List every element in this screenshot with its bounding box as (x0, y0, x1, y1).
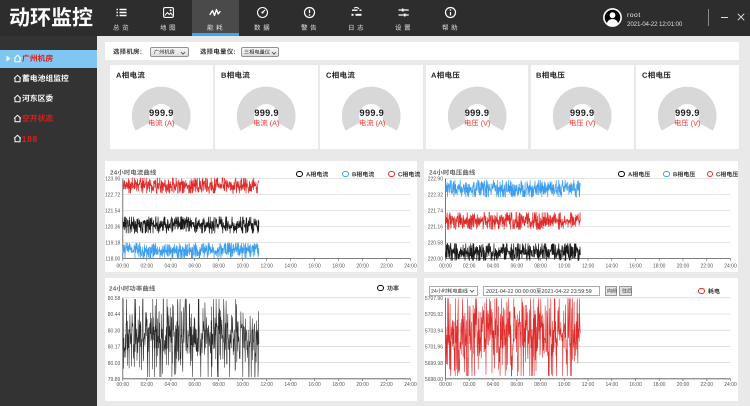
svg-text:00:00: 00:00 (439, 264, 452, 270)
svg-text:22:00: 22:00 (380, 264, 393, 270)
svg-text:5699.98: 5699.98 (424, 360, 442, 366)
svg-text:20:00: 20:00 (676, 264, 689, 270)
svg-text:02:00: 02:00 (140, 264, 153, 270)
svg-text:80.44: 80.44 (107, 312, 120, 318)
svg-text:06:00: 06:00 (510, 264, 523, 270)
svg-text:10:00: 10:00 (236, 382, 249, 388)
svg-text:06:00: 06:00 (510, 382, 523, 388)
svg-text:08:00: 08:00 (212, 264, 225, 270)
svg-text:24:00: 24:00 (724, 382, 737, 388)
svg-text:02:00: 02:00 (462, 264, 475, 270)
svg-text:14:00: 14:00 (284, 382, 297, 388)
svg-text:10:00: 10:00 (236, 264, 249, 270)
svg-text:24:00: 24:00 (404, 382, 417, 388)
svg-text:18:00: 18:00 (332, 264, 345, 270)
svg-text:22:00: 22:00 (700, 264, 713, 270)
svg-text:16:00: 16:00 (629, 382, 642, 388)
svg-text:02:00: 02:00 (140, 382, 153, 388)
svg-text:08:00: 08:00 (534, 264, 547, 270)
svg-text:80.03: 80.03 (107, 360, 120, 366)
svg-text:06:00: 06:00 (188, 382, 201, 388)
svg-text:22:00: 22:00 (700, 382, 713, 388)
svg-text:16:00: 16:00 (308, 382, 321, 388)
svg-text:12:00: 12:00 (581, 264, 594, 270)
svg-text:5705.92: 5705.92 (424, 312, 442, 318)
svg-text:220.00: 220.00 (427, 257, 443, 263)
svg-text:20:00: 20:00 (356, 264, 369, 270)
svg-text:16:00: 16:00 (308, 264, 321, 270)
svg-text:08:00: 08:00 (534, 382, 547, 388)
svg-text:80.30: 80.30 (107, 328, 120, 334)
svg-text:20:00: 20:00 (356, 382, 369, 388)
svg-text:00:00: 00:00 (116, 382, 129, 388)
svg-text:119.18: 119.18 (105, 241, 120, 247)
svg-text:5701.96: 5701.96 (424, 344, 442, 350)
svg-text:00:00: 00:00 (116, 264, 129, 270)
svg-text:80.17: 80.17 (107, 344, 120, 350)
svg-text:14:00: 14:00 (605, 264, 618, 270)
svg-text:118.00: 118.00 (105, 257, 120, 263)
svg-text:04:00: 04:00 (164, 382, 177, 388)
svg-text:80.58: 80.58 (107, 296, 120, 302)
svg-text:5703.94: 5703.94 (424, 328, 442, 334)
svg-text:14:00: 14:00 (284, 264, 297, 270)
svg-text:02:00: 02:00 (462, 382, 475, 388)
svg-text:20:00: 20:00 (676, 382, 689, 388)
svg-text:22:00: 22:00 (380, 382, 393, 388)
svg-text:04:00: 04:00 (486, 382, 499, 388)
svg-text:18:00: 18:00 (332, 382, 345, 388)
svg-text:220.58: 220.58 (427, 241, 443, 247)
svg-text:12:00: 12:00 (260, 382, 273, 388)
svg-text:12:00: 12:00 (260, 264, 273, 270)
svg-text:10:00: 10:00 (557, 382, 570, 388)
svg-text:06:00: 06:00 (188, 264, 201, 270)
svg-text:221.16: 221.16 (427, 225, 443, 231)
svg-text:10:00: 10:00 (557, 264, 570, 270)
svg-text:120.36: 120.36 (105, 225, 121, 231)
svg-text:08:00: 08:00 (212, 382, 225, 388)
svg-text:18:00: 18:00 (652, 264, 665, 270)
svg-text:222.32: 222.32 (427, 193, 443, 199)
svg-text:5707.90: 5707.90 (424, 296, 442, 302)
svg-text:12:00: 12:00 (581, 382, 594, 388)
svg-text:04:00: 04:00 (164, 264, 177, 270)
svg-text:24:00: 24:00 (724, 264, 737, 270)
svg-text:24:00: 24:00 (404, 264, 417, 270)
svg-text:04:00: 04:00 (486, 264, 499, 270)
svg-text:121.54: 121.54 (105, 209, 121, 215)
svg-text:18:00: 18:00 (652, 382, 665, 388)
svg-text:00:00: 00:00 (439, 382, 452, 388)
svg-text:16:00: 16:00 (629, 264, 642, 270)
svg-text:122.72: 122.72 (105, 193, 121, 199)
svg-text:221.74: 221.74 (427, 209, 443, 215)
svg-text:14:00: 14:00 (605, 382, 618, 388)
